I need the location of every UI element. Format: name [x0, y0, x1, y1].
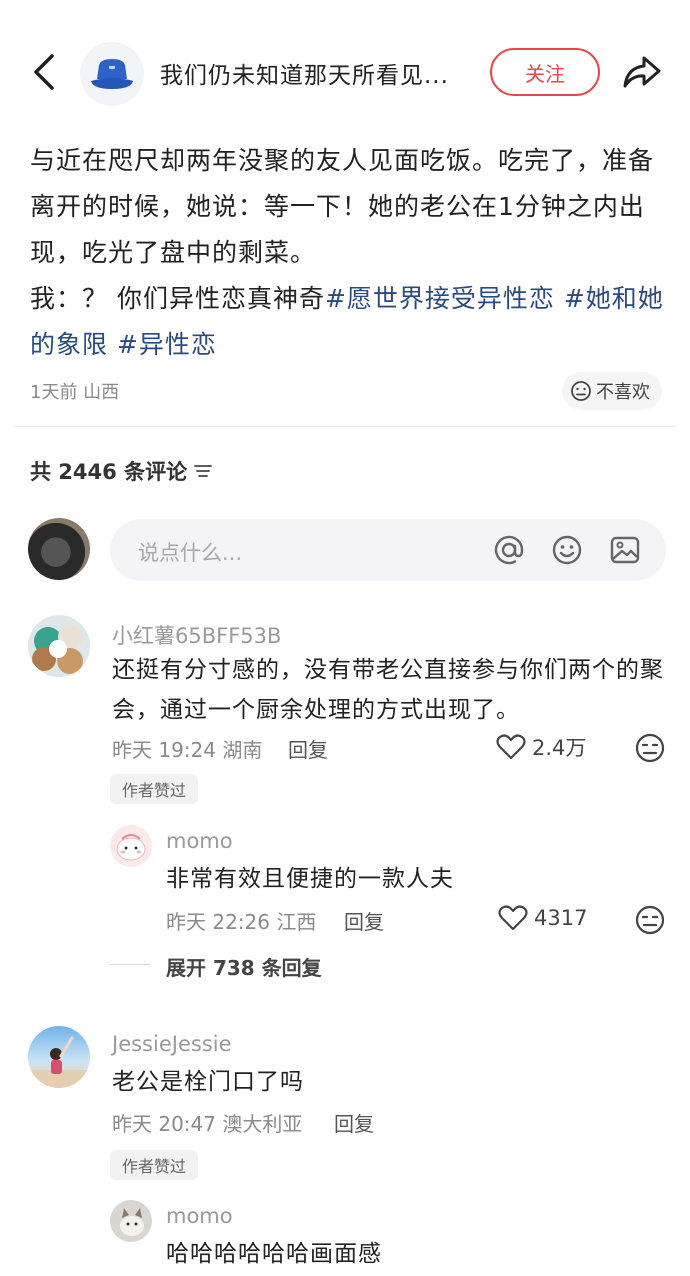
image-icon[interactable] [608, 533, 642, 567]
hashtag[interactable]: #愿世界接受异性恋 [325, 284, 555, 313]
reply-button[interactable]: 回复 [288, 734, 328, 763]
comment-count: 共 2446 条评论 [30, 456, 213, 486]
dislike-button[interactable]: 不喜欢 [562, 372, 662, 410]
divider [14, 426, 676, 427]
comment-meta: 昨天 20:47 澳大利亚 [112, 1112, 303, 1136]
hashtag[interactable]: #异性恋 [117, 330, 217, 359]
cat-photo-icon [120, 1208, 144, 1236]
like-count: 2.4万 [532, 736, 587, 760]
post-text-line2: 我：？ 你们异性恋真神奇#愿世界接受异性恋 #她和她的象限 #异性恋 [30, 276, 670, 368]
post-text: 与近在咫尺却两年没聚的友人见面吃饭。吃完了，准备离开的时候，她说：等一下！她的老… [30, 146, 655, 267]
expand-divider [110, 964, 150, 965]
comment-text: 老公是栓门口了吗 [112, 1069, 304, 1095]
dislike-label: 不喜欢 [596, 382, 650, 403]
expand-replies-button[interactable]: 展开 738 条回复 [166, 952, 322, 981]
comment-count-text: 共 2446 条评论 [30, 460, 188, 484]
post-content: 与近在咫尺却两年没聚的友人见面吃饭。吃完了，准备离开的时候，她说：等一下！她的老… [30, 138, 670, 368]
comment-placeholder: 说点什么... [138, 541, 243, 565]
commenter-name[interactable]: 小红薯65BFF53B [112, 620, 281, 650]
author-name[interactable]: 我们仍未知道那天所看见... [160, 56, 449, 90]
my-avatar [28, 518, 90, 580]
comment-input[interactable]: 说点什么... [110, 519, 666, 581]
commenter-avatar[interactable] [28, 1026, 90, 1088]
post-meta: 1天前 山西 [30, 382, 120, 403]
author-liked-badge: 作者赞过 [110, 1150, 199, 1180]
author-avatar[interactable] [80, 42, 144, 106]
reply-name[interactable]: momo [166, 829, 233, 853]
reply-name[interactable]: momo [166, 1204, 233, 1228]
reply-text: 哈哈哈哈哈哈画面感 [166, 1241, 382, 1267]
dislike-face-icon[interactable] [634, 904, 666, 936]
reply-button[interactable]: 回复 [344, 906, 384, 935]
comment-text: 还挺有分寸感的，没有带老公直接参与你们两个的聚会，通过一个厨余处理的方式出现了。 [112, 657, 664, 723]
comment-meta: 昨天 19:24 湖南 [112, 738, 263, 762]
reply-text: 非常有效且便捷的一款人夫 [166, 866, 454, 892]
back-icon[interactable] [26, 52, 62, 92]
author-liked-badge: 作者赞过 [110, 774, 199, 804]
beach-photo-icon [28, 1036, 90, 1088]
emoji-icon[interactable] [550, 533, 584, 567]
share-icon[interactable] [620, 50, 664, 94]
sort-icon[interactable] [193, 463, 213, 479]
reply-button[interactable]: 回复 [334, 1108, 374, 1137]
heart-icon [496, 734, 526, 760]
plush-toys-icon [32, 625, 83, 674]
commenter-avatar[interactable] [28, 615, 90, 677]
frown-face-icon [571, 381, 591, 401]
bucket-hat-icon [91, 59, 133, 89]
reply-meta: 昨天 22:26 江西 [166, 910, 317, 934]
like-button[interactable]: 4317 [498, 904, 587, 932]
mention-icon[interactable] [492, 533, 526, 567]
post-meta-row: 1天前 山西 不喜欢 [30, 372, 670, 412]
dislike-face-icon[interactable] [634, 732, 666, 764]
top-bar: 我们仍未知道那天所看见... 关注 [0, 0, 690, 140]
cartoon-face-icon [116, 834, 146, 861]
reply-avatar[interactable] [110, 1200, 152, 1242]
like-count: 4317 [534, 906, 588, 930]
like-button[interactable]: 2.4万 [496, 732, 586, 762]
reply-avatar[interactable] [110, 825, 152, 867]
commenter-name[interactable]: JessieJessie [112, 1032, 232, 1056]
follow-button[interactable]: 关注 [490, 48, 600, 96]
post-text-prefix: 我：？ 你们异性恋真神奇 [30, 284, 325, 313]
heart-icon [498, 905, 528, 931]
